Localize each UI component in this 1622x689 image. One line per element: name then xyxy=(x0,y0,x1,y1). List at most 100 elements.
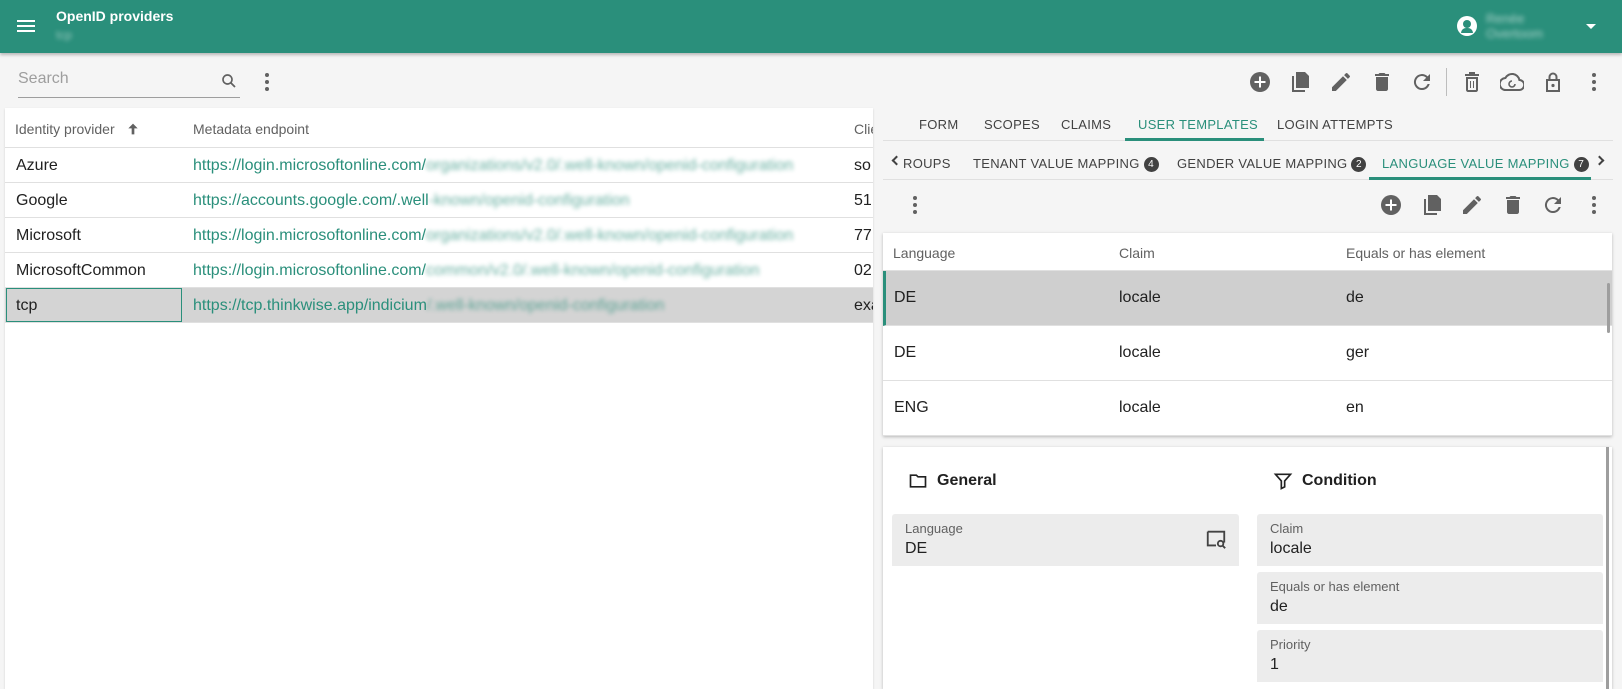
copy-icon[interactable] xyxy=(1420,193,1444,217)
tab-login-attempts[interactable]: LOGIN ATTEMPTS xyxy=(1277,117,1393,132)
cloud-sync-icon[interactable] xyxy=(1500,70,1524,94)
column-header-client[interactable]: Clie xyxy=(854,121,873,137)
cell-claim: locale xyxy=(1119,344,1161,361)
scrollbar[interactable] xyxy=(1606,447,1609,689)
tab-tenant-value-mapping[interactable]: TENANT VALUE MAPPING 4 xyxy=(973,156,1159,172)
equals-field[interactable]: Equals or has element de xyxy=(1257,572,1603,624)
search-icon[interactable] xyxy=(220,72,238,90)
chevron-left-icon[interactable] xyxy=(891,155,902,166)
table-row[interactable]: ENG locale en xyxy=(883,381,1612,436)
cell-provider: Microsoft xyxy=(16,227,81,244)
detail-tabs: FORM SCOPES CLAIMS USER TEMPLATES LOGIN … xyxy=(883,108,1613,141)
cell-client: 77 xyxy=(854,227,872,244)
active-subtab-indicator xyxy=(1369,177,1591,180)
count-badge: 7 xyxy=(1573,157,1589,172)
account-circle-icon xyxy=(1457,16,1477,36)
cell-endpoint[interactable]: https://accounts.google.com/.well-known/… xyxy=(193,192,630,210)
table-row-selected[interactable]: DE locale de xyxy=(883,271,1612,326)
group-general: General xyxy=(907,471,997,491)
tab-user-templates[interactable]: USER TEMPLATES xyxy=(1138,117,1258,132)
field-label: Claim xyxy=(1270,521,1304,536)
add-circle-icon[interactable] xyxy=(1248,70,1272,94)
folder-icon xyxy=(909,474,927,488)
more-vert-icon[interactable] xyxy=(255,70,279,94)
cell-claim: locale xyxy=(1119,399,1161,416)
language-field[interactable]: Language DE xyxy=(892,514,1239,566)
more-vert-icon[interactable] xyxy=(903,193,927,217)
detail-form: General Condition Language DE Claim loca… xyxy=(883,447,1612,689)
group-condition: Condition xyxy=(1272,471,1377,491)
refresh-icon[interactable] xyxy=(1410,70,1434,94)
user-menu[interactable]: Renée Overtoom xyxy=(1457,11,1596,41)
page-title: OpenID providers xyxy=(56,8,174,24)
field-value: DE xyxy=(905,540,928,557)
delete-icon[interactable] xyxy=(1501,193,1525,217)
cell-language: DE xyxy=(894,344,917,361)
delete-icon[interactable] xyxy=(1370,70,1394,94)
user-name: Renée Overtoom xyxy=(1486,11,1544,41)
menu-icon[interactable] xyxy=(14,14,38,38)
cell-endpoint[interactable]: https://login.microsoftonline.com/organi… xyxy=(193,227,793,245)
count-badge: 4 xyxy=(1143,157,1159,172)
cell-client: 51 xyxy=(854,192,872,209)
field-label: Priority xyxy=(1270,637,1311,652)
table-row[interactable]: MicrosoftCommon https://login.microsofto… xyxy=(5,253,873,288)
language-mapping-grid: Language Claim Equals or has element DE … xyxy=(883,233,1612,436)
tab-gender-value-mapping[interactable]: GENDER VALUE MAPPING 2 xyxy=(1177,156,1367,172)
cell-language: DE xyxy=(894,289,917,306)
table-row[interactable]: DE locale ger xyxy=(883,326,1612,381)
active-tab-indicator xyxy=(1125,138,1264,141)
table-row-selected[interactable]: tcp https://tcp.thinkwise.app/indicium/.… xyxy=(5,288,873,323)
add-circle-icon[interactable] xyxy=(1379,193,1403,217)
cell-language: ENG xyxy=(894,399,929,416)
lock-open-icon[interactable] xyxy=(1541,70,1565,94)
tab-groups[interactable]: ROUPS xyxy=(903,156,951,171)
table-row[interactable]: Azure https://login.microsoftonline.com/… xyxy=(5,148,873,183)
search-field[interactable] xyxy=(18,66,240,98)
cell-endpoint[interactable]: https://login.microsoftonline.com/organi… xyxy=(193,157,793,175)
page-subtitle: tcp xyxy=(56,28,73,42)
scrollbar[interactable] xyxy=(1607,283,1610,333)
column-header-language[interactable]: Language xyxy=(893,245,955,261)
chevron-right-icon[interactable] xyxy=(1594,155,1605,166)
filter-icon xyxy=(1273,473,1293,490)
edit-icon[interactable] xyxy=(1460,193,1484,217)
tab-scopes[interactable]: SCOPES xyxy=(984,117,1040,132)
edit-icon[interactable] xyxy=(1329,70,1353,94)
cell-provider: MicrosoftCommon xyxy=(16,262,146,279)
count-badge: 2 xyxy=(1351,157,1367,172)
arrow-up-icon xyxy=(127,123,138,135)
copy-icon[interactable] xyxy=(1288,70,1312,94)
lookup-icon[interactable] xyxy=(1205,528,1227,550)
field-value: locale xyxy=(1270,540,1312,557)
tab-form[interactable]: FORM xyxy=(919,117,958,132)
search-input[interactable] xyxy=(18,70,208,88)
tab-language-value-mapping[interactable]: LANGUAGE VALUE MAPPING 7 xyxy=(1382,156,1589,172)
cell-value: ger xyxy=(1346,344,1370,361)
column-header-identity-provider[interactable]: Identity provider xyxy=(15,121,141,137)
claim-field[interactable]: Claim locale xyxy=(1257,514,1603,566)
tab-claims[interactable]: CLAIMS xyxy=(1061,117,1111,132)
column-header-metadata-endpoint[interactable]: Metadata endpoint xyxy=(193,121,309,137)
column-header-claim[interactable]: Claim xyxy=(1119,245,1155,261)
field-value: 1 xyxy=(1270,656,1279,673)
app-bar: OpenID providers tcp Renée Overtoom xyxy=(0,0,1622,53)
more-vert-icon[interactable] xyxy=(1582,70,1606,94)
refresh-icon[interactable] xyxy=(1541,193,1565,217)
cell-endpoint[interactable]: https://login.microsoftonline.com/common… xyxy=(193,262,760,280)
cell-client: 02 xyxy=(854,262,872,279)
priority-field[interactable]: Priority 1 xyxy=(1257,630,1603,682)
cell-client: exa xyxy=(854,297,873,314)
table-row[interactable]: Google https://accounts.google.com/.well… xyxy=(5,183,873,218)
delete-all-icon[interactable] xyxy=(1460,70,1484,94)
field-label: Equals or has element xyxy=(1270,579,1400,594)
grid-header: Identity provider Metadata endpoint Clie xyxy=(5,108,873,148)
more-vert-icon[interactable] xyxy=(1582,193,1606,217)
cell-value: de xyxy=(1346,289,1364,306)
grid-header: Language Claim Equals or has element xyxy=(883,233,1612,271)
column-header-equals[interactable]: Equals or has element xyxy=(1346,245,1485,261)
cell-endpoint[interactable]: https://tcp.thinkwise.app/indicium/.well… xyxy=(193,297,664,315)
cell-value: en xyxy=(1346,399,1364,416)
table-row[interactable]: Microsoft https://login.microsoftonline.… xyxy=(5,218,873,253)
field-label: Language xyxy=(905,521,963,536)
